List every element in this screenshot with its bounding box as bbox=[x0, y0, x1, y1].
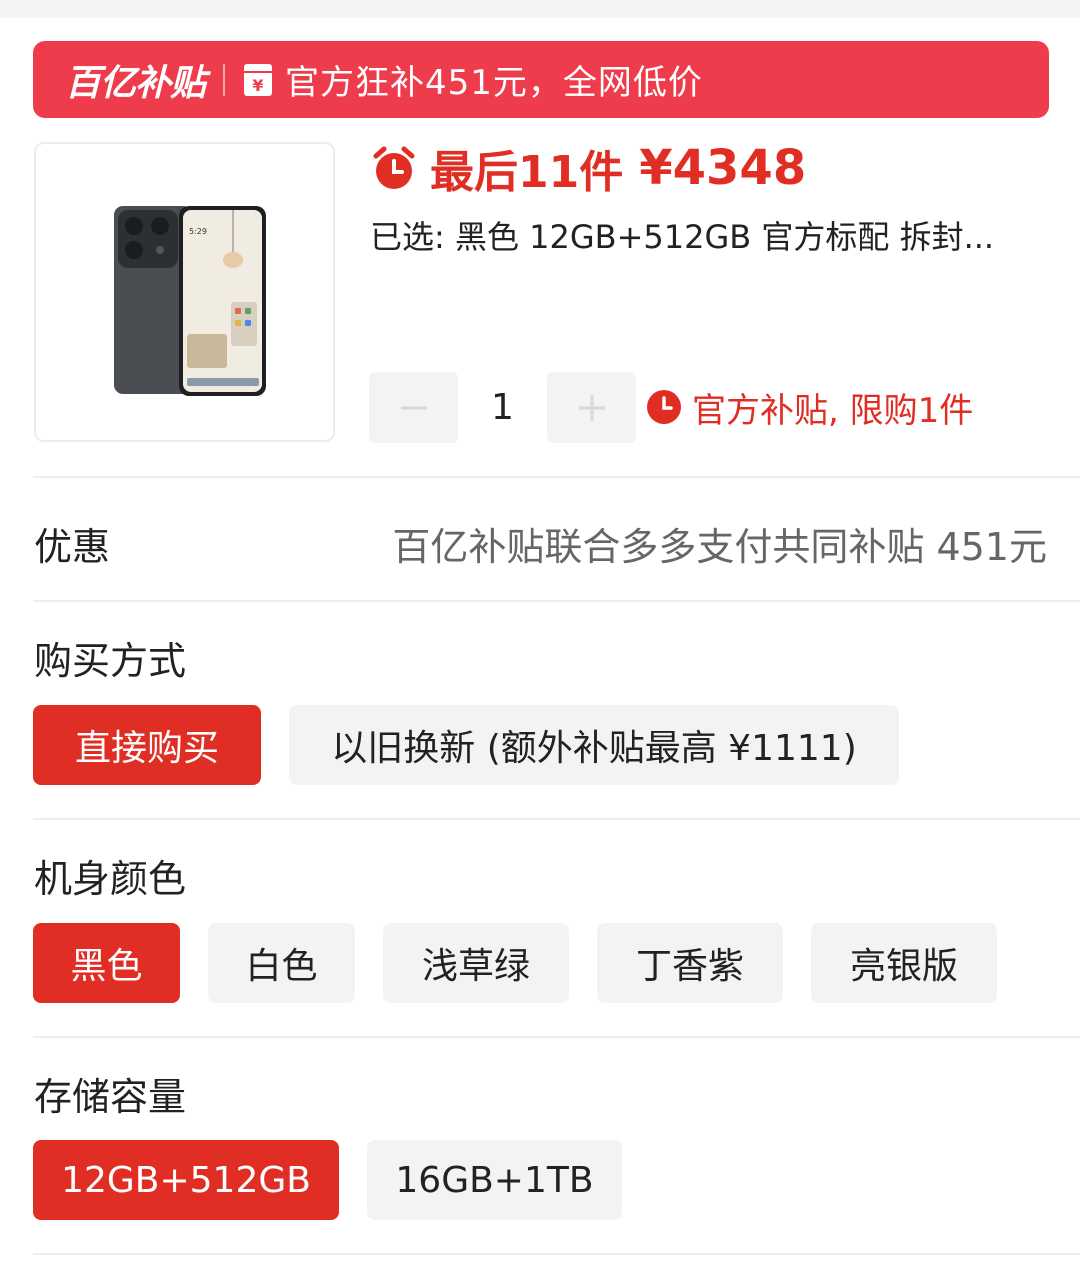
divider bbox=[33, 476, 1080, 478]
phone-image: 5:29 bbox=[114, 206, 266, 396]
clock-icon bbox=[647, 390, 681, 424]
storage-label: 存储容量 bbox=[34, 1075, 187, 1119]
storage-option-512gb[interactable]: 12GB+512GB bbox=[33, 1140, 339, 1220]
color-label: 机身颜色 bbox=[34, 857, 187, 901]
quantity-increase-button[interactable] bbox=[547, 372, 636, 443]
quantity-value[interactable]: 1 bbox=[458, 372, 547, 443]
minus-icon bbox=[400, 406, 427, 409]
storage-option-1tb[interactable]: 16GB+1TB bbox=[367, 1140, 622, 1220]
stock-remaining: 最后11件 bbox=[430, 147, 624, 198]
banner-brand: 百亿补贴 bbox=[65, 62, 206, 104]
option-direct-buy[interactable]: 直接购买 bbox=[33, 705, 261, 785]
purchase-limit-note: 官方补贴, 限购1件 bbox=[646, 384, 974, 431]
divider bbox=[33, 1036, 1080, 1038]
top-strip bbox=[0, 0, 1080, 18]
purchase-limit-text: 官方补贴, 限购1件 bbox=[692, 390, 974, 431]
color-option-purple[interactable]: 丁香紫 bbox=[597, 923, 783, 1003]
divider bbox=[33, 818, 1080, 820]
price-line: 最后11件 ¥4348 bbox=[370, 140, 807, 198]
banner-slogan: 官方狂补451元，全网低价 bbox=[285, 63, 703, 103]
promo-value[interactable]: 百亿补贴联合多多支付共同补贴 451元 bbox=[392, 516, 1047, 571]
product-thumbnail[interactable]: 5:29 bbox=[34, 142, 335, 442]
divider bbox=[33, 600, 1080, 602]
subsidy-banner[interactable]: 百亿补贴 ¥ 官方狂补451元，全网低价 bbox=[33, 41, 1049, 118]
color-option-white[interactable]: 白色 bbox=[208, 923, 355, 1003]
banner-divider bbox=[223, 63, 226, 96]
product-price: ¥4348 bbox=[639, 140, 807, 196]
selected-spec[interactable]: 已选: 黑色 12GB+512GB 官方标配 拆封... bbox=[370, 212, 1050, 258]
promo-label: 优惠 bbox=[34, 525, 111, 569]
quantity-decrease-button[interactable] bbox=[369, 372, 458, 443]
purchase-method-label: 购买方式 bbox=[34, 639, 187, 683]
plus-icon bbox=[578, 394, 605, 421]
color-option-silver[interactable]: 亮银版 bbox=[811, 923, 997, 1003]
coupon-icon: ¥ bbox=[244, 63, 273, 96]
alarm-clock-icon bbox=[373, 146, 415, 189]
option-trade-in[interactable]: 以旧换新 (额外补贴最高 ¥1111) bbox=[289, 705, 899, 785]
phone-screen-time: 5:29 bbox=[189, 227, 207, 236]
color-option-green[interactable]: 浅草绿 bbox=[383, 923, 569, 1003]
svg-text:¥: ¥ bbox=[252, 76, 263, 95]
color-option-black[interactable]: 黑色 bbox=[33, 923, 180, 1003]
divider bbox=[33, 1253, 1080, 1255]
